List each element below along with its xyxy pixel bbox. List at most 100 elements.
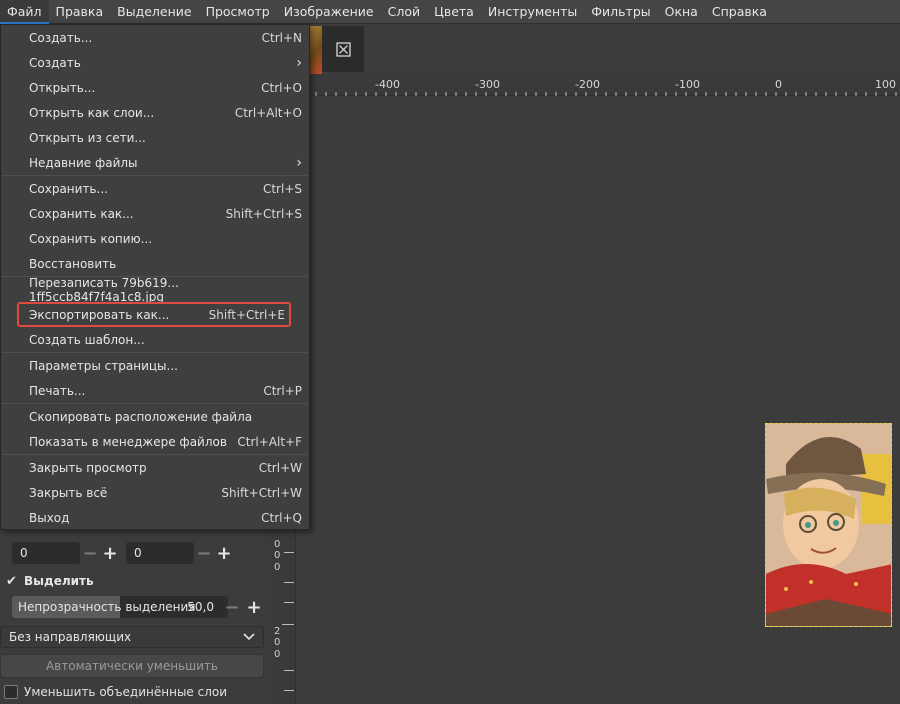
image-tab-close-button[interactable]	[322, 26, 364, 72]
menu-layer[interactable]: Слой	[381, 0, 428, 24]
menu-item-shortcut: Ctrl+W	[258, 460, 302, 475]
shrink-merged-checkbox[interactable]: Уменьшить объединённые слои	[4, 685, 227, 699]
ruler-label: 0	[775, 78, 782, 91]
menu-item-quit[interactable]: Выход Ctrl+Q	[1, 505, 309, 530]
menu-help[interactable]: Справка	[705, 0, 774, 24]
guides-value: Без направляющих	[9, 630, 132, 644]
menu-item-label: Сохранить как...	[29, 206, 134, 221]
menu-windows[interactable]: Окна	[658, 0, 705, 24]
opacity-label: Непрозрачность выделения	[18, 600, 196, 614]
menu-item-label: Сохранить...	[29, 181, 108, 196]
menu-item-label: Создать...	[29, 30, 93, 45]
menu-item-label: Закрыть всё	[29, 485, 108, 500]
ruler-label: -200	[575, 78, 600, 91]
menu-item-label: Открыть как слои...	[29, 105, 155, 120]
menu-item-save[interactable]: Сохранить... Ctrl+S	[1, 176, 309, 201]
menu-item-print[interactable]: Печать... Ctrl+P	[1, 378, 309, 403]
image-canvas-preview[interactable]	[765, 423, 892, 627]
menu-item-label: Сохранить копию...	[29, 231, 153, 246]
menu-item-label: Создать	[29, 55, 81, 70]
file-menu-dropdown: Создать... Ctrl+N Создать › Открыть... Ctrl…	[0, 24, 310, 530]
opacity-slider[interactable]: Непрозрачность выделения 50,0	[12, 596, 228, 618]
menu-item-close-view[interactable]: Закрыть просмотр Ctrl+W	[1, 455, 309, 480]
menu-item-label: Закрыть просмотр	[29, 460, 147, 475]
ruler-label: 0	[274, 539, 281, 550]
ruler-ticks: -400 -300 -200 -100 0 100	[315, 78, 897, 96]
menu-item-label: Восстановить	[29, 256, 117, 271]
spin-field-1[interactable]: 0 − +	[12, 541, 120, 565]
menu-item-label: Экспортировать как...	[29, 307, 170, 322]
ruler-tick	[284, 690, 294, 691]
ruler-label: 0	[274, 562, 281, 573]
menu-item-save-copy[interactable]: Сохранить копию...	[1, 226, 309, 251]
menu-item-shortcut: Ctrl+P	[263, 383, 302, 398]
menu-item-shortcut: Ctrl+Alt+O	[234, 105, 302, 120]
menu-item-create-template[interactable]: Создать шаблон...	[1, 327, 309, 352]
menu-item-open-location[interactable]: Открыть из сети...	[1, 125, 309, 150]
ruler-label: 2	[274, 626, 281, 637]
ruler-label: 0	[274, 637, 281, 648]
menu-edit[interactable]: Правка	[49, 0, 111, 24]
ruler-label: -300	[475, 78, 500, 91]
check-icon: ✔	[6, 573, 17, 589]
menu-item-copy-location[interactable]: Скопировать расположение файла	[1, 404, 309, 429]
menu-item-shortcut: Shift+Ctrl+S	[225, 206, 302, 221]
chevron-right-icon: ›	[296, 154, 302, 171]
menu-item-shortcut: Ctrl+S	[262, 181, 302, 196]
menu-item-open-as-layers[interactable]: Открыть как слои... Ctrl+Alt+O	[1, 100, 309, 125]
menu-select[interactable]: Выделение	[110, 0, 198, 24]
ruler-label: 100	[875, 78, 896, 91]
menu-item-label: Открыть...	[29, 80, 96, 95]
menu-view[interactable]: Просмотр	[199, 0, 277, 24]
menu-item-save-as[interactable]: Сохранить как... Shift+Ctrl+S	[1, 201, 309, 226]
plus-icon[interactable]: +	[100, 542, 120, 564]
menu-item-label: Выход	[29, 510, 70, 525]
ruler-label: -400	[375, 78, 400, 91]
tool-options-panel: 0 − + 0 − + ✔ Выделить Непрозрачность вы…	[0, 530, 270, 704]
menu-item-label: Создать шаблон...	[29, 332, 145, 347]
portrait-image	[766, 424, 891, 626]
guides-select[interactable]: Без направляющих	[0, 626, 264, 648]
chevron-down-icon	[243, 633, 255, 641]
ruler-tick	[284, 670, 294, 671]
close-icon	[335, 41, 351, 57]
menu-item-shortcut: Shift+Ctrl+E	[208, 307, 285, 322]
menu-filters[interactable]: Фильтры	[584, 0, 657, 24]
menu-item-shortcut: Ctrl+Alt+F	[237, 434, 302, 449]
spin-value[interactable]: 0	[12, 542, 80, 564]
plus-icon[interactable]: +	[214, 542, 234, 564]
menu-file[interactable]: Файл	[0, 0, 49, 24]
menu-tools[interactable]: Инструменты	[481, 0, 584, 24]
horizontal-ruler[interactable]: -400 -300 -200 -100 0 100	[310, 74, 900, 96]
auto-shrink-button[interactable]: Автоматически уменьшить	[0, 654, 264, 678]
highlight-checkbox[interactable]: ✔ Выделить	[6, 574, 94, 588]
highlight-label: Выделить	[24, 574, 94, 588]
menu-item-shortcut: Ctrl+O	[261, 80, 302, 95]
menu-item-recent-files[interactable]: Недавние файлы ›	[1, 150, 309, 175]
menu-image[interactable]: Изображение	[277, 0, 381, 24]
menu-item-shortcut: Ctrl+N	[261, 30, 302, 45]
menu-item-overwrite[interactable]: Перезаписать 79b619... 1ff5ccb84f7f4a1c8…	[1, 276, 309, 304]
spin-field-2[interactable]: 0 − +	[126, 541, 234, 565]
vertical-ruler[interactable]: 0 0 0 2 0 0	[270, 530, 296, 704]
menu-item-create-submenu[interactable]: Создать ›	[1, 50, 309, 75]
menu-item-new[interactable]: Создать... Ctrl+N	[1, 25, 309, 50]
menu-item-label: Открыть из сети...	[29, 130, 146, 145]
plus-icon[interactable]: +	[244, 596, 264, 618]
menu-item-open[interactable]: Открыть... Ctrl+O	[1, 75, 309, 100]
ruler-label: -100	[675, 78, 700, 91]
menu-item-label: Недавние файлы	[29, 155, 138, 170]
minus-icon[interactable]: −	[194, 542, 214, 564]
menu-item-close-all[interactable]: Закрыть всё Shift+Ctrl+W	[1, 480, 309, 505]
menu-item-revert[interactable]: Восстановить	[1, 251, 309, 276]
ruler-tick	[284, 602, 294, 603]
menubar: Файл Правка Выделение Просмотр Изображен…	[0, 0, 900, 24]
spin-value[interactable]: 0	[126, 542, 194, 564]
menu-colors[interactable]: Цвета	[427, 0, 481, 24]
minus-icon[interactable]: −	[80, 542, 100, 564]
menu-item-label: Параметры страницы...	[29, 358, 178, 373]
menu-item-show-in-file-manager[interactable]: Показать в менеджере файлов Ctrl+Alt+F	[1, 429, 309, 454]
minus-icon[interactable]: −	[222, 596, 242, 618]
menu-item-export-as[interactable]: Экспортировать как... Shift+Ctrl+E	[17, 302, 291, 327]
menu-item-page-setup[interactable]: Параметры страницы...	[1, 353, 309, 378]
